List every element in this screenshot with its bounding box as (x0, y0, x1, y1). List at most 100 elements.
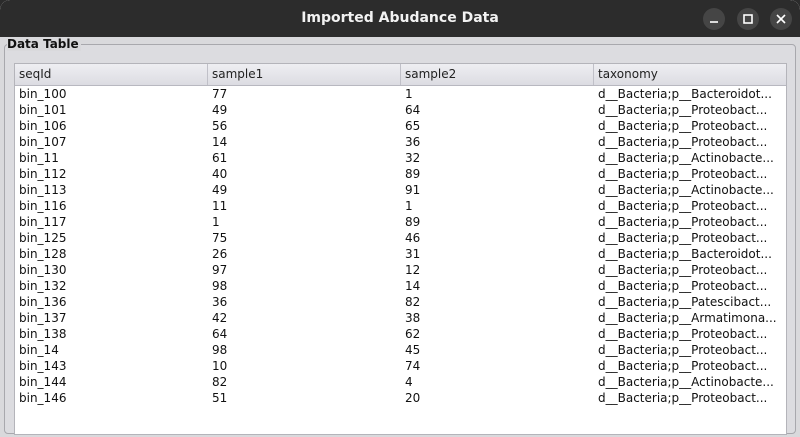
cell-sample2: 14 (405, 279, 421, 293)
cell-sample1: 42 (212, 311, 228, 325)
table-row[interactable]: bin_143 10 74 d__Bacteria;p__Proteobact... (15, 358, 786, 374)
cell-sample2: 32 (405, 151, 421, 165)
column-header-sample1[interactable]: sample1 (208, 64, 401, 85)
table-row[interactable]: bin_132 98 14 d__Bacteria;p__Proteobact... (15, 278, 786, 294)
cell-seqid: bin_144 (19, 375, 67, 389)
cell-taxonomy: d__Bacteria;p__Proteobact... (598, 343, 768, 357)
table-row[interactable]: bin_125 75 46 d__Bacteria;p__Proteobact... (15, 230, 786, 246)
cell-sample1: 98 (212, 279, 228, 293)
cell-seqid: bin_113 (19, 183, 67, 197)
table-header: seqId sample1 sample2 taxonomy (15, 64, 786, 86)
table-row[interactable]: bin_107 14 36 d__Bacteria;p__Proteobact... (15, 134, 786, 150)
cell-sample1: 14 (212, 135, 228, 149)
cell-sample1: 56 (212, 119, 228, 133)
cell-sample1: 98 (212, 343, 228, 357)
table-row[interactable]: bin_146 51 20 d__Bacteria;p__Proteobact... (15, 390, 786, 406)
window-content: Data Table seqId sample1 sample2 taxonom… (0, 37, 800, 437)
cell-sample1: 10 (212, 359, 228, 373)
table-row[interactable]: bin_14 98 45 d__Bacteria;p__Proteobact... (15, 342, 786, 358)
cell-taxonomy: d__Bacteria;p__Proteobact... (598, 279, 768, 293)
cell-sample2: 74 (405, 359, 421, 373)
table-row[interactable]: bin_130 97 12 d__Bacteria;p__Proteobact... (15, 262, 786, 278)
maximize-icon (743, 14, 753, 24)
minimize-icon (710, 21, 718, 23)
cell-sample1: 75 (212, 231, 228, 245)
table-row[interactable]: bin_116 11 1 d__Bacteria;p__Proteobact... (15, 198, 786, 214)
table-row[interactable]: bin_112 40 89 d__Bacteria;p__Proteobact... (15, 166, 786, 182)
cell-sample1: 49 (212, 183, 228, 197)
cell-taxonomy: d__Bacteria;p__Actinobacte... (598, 183, 774, 197)
cell-taxonomy: d__Bacteria;p__Patescibact... (598, 295, 772, 309)
table-row[interactable]: bin_100 77 1 d__Bacteria;p__Bacteroidot... (15, 86, 786, 102)
cell-sample2: 4 (405, 375, 413, 389)
column-header-taxonomy[interactable]: taxonomy (594, 64, 786, 85)
close-button[interactable] (770, 8, 792, 30)
cell-sample1: 82 (212, 375, 228, 389)
cell-sample2: 31 (405, 247, 421, 261)
cell-taxonomy: d__Bacteria;p__Bacteroidot... (598, 87, 772, 101)
cell-seqid: bin_112 (19, 167, 67, 181)
cell-sample1: 26 (212, 247, 228, 261)
cell-sample2: 64 (405, 103, 421, 117)
cell-sample1: 40 (212, 167, 228, 181)
data-table[interactable]: seqId sample1 sample2 taxonomy bin_100 77… (14, 63, 787, 435)
cell-sample2: 45 (405, 343, 421, 357)
cell-seqid: bin_116 (19, 199, 67, 213)
cell-seqid: bin_101 (19, 103, 67, 117)
table-row[interactable]: bin_113 49 91 d__Bacteria;p__Actinobacte... (15, 182, 786, 198)
window-title: Imported Abudance Data (301, 10, 499, 26)
cell-taxonomy: d__Bacteria;p__Proteobact... (598, 199, 768, 213)
cell-taxonomy: d__Bacteria;p__Proteobact... (598, 215, 768, 229)
cell-sample2: 20 (405, 391, 421, 405)
close-icon (776, 14, 786, 24)
column-header-sample2[interactable]: sample2 (401, 64, 594, 85)
table-row[interactable]: bin_136 36 82 d__Bacteria;p__Patescibact... (15, 294, 786, 310)
table-row[interactable]: bin_101 49 64 d__Bacteria;p__Proteobact... (15, 102, 786, 118)
table-row[interactable]: bin_138 64 62 d__Bacteria;p__Proteobact... (15, 326, 786, 342)
cell-taxonomy: d__Bacteria;p__Proteobact... (598, 135, 768, 149)
cell-sample2: 82 (405, 295, 421, 309)
cell-taxonomy: d__Bacteria;p__Proteobact... (598, 327, 768, 341)
title-bar[interactable]: Imported Abudance Data (0, 0, 800, 37)
cell-seqid: bin_146 (19, 391, 67, 405)
cell-sample2: 89 (405, 167, 421, 181)
table-row[interactable]: bin_117 1 89 d__Bacteria;p__Proteobact... (15, 214, 786, 230)
cell-seqid: bin_107 (19, 135, 67, 149)
cell-sample1: 77 (212, 87, 228, 101)
cell-taxonomy: d__Bacteria;p__Proteobact... (598, 119, 768, 133)
cell-sample2: 1 (405, 199, 413, 213)
cell-seqid: bin_106 (19, 119, 67, 133)
cell-sample2: 62 (405, 327, 421, 341)
table-body: bin_100 77 1 d__Bacteria;p__Bacteroidot... b… (15, 86, 786, 406)
cell-seqid: bin_137 (19, 311, 67, 325)
cell-seqid: bin_143 (19, 359, 67, 373)
cell-seqid: bin_125 (19, 231, 67, 245)
table-row[interactable]: bin_11 61 32 d__Bacteria;p__Actinobacte... (15, 150, 786, 166)
cell-sample2: 89 (405, 215, 421, 229)
cell-sample2: 12 (405, 263, 421, 277)
cell-seqid: bin_136 (19, 295, 67, 309)
cell-sample2: 38 (405, 311, 421, 325)
maximize-button[interactable] (737, 8, 759, 30)
cell-seqid: bin_11 (19, 151, 59, 165)
cell-taxonomy: d__Bacteria;p__Bacteroidot... (598, 247, 772, 261)
table-row[interactable]: bin_128 26 31 d__Bacteria;p__Bacteroidot... (15, 246, 786, 262)
cell-seqid: bin_128 (19, 247, 67, 261)
table-row[interactable]: bin_144 82 4 d__Bacteria;p__Actinobacte... (15, 374, 786, 390)
cell-sample1: 97 (212, 263, 228, 277)
cell-taxonomy: d__Bacteria;p__Proteobact... (598, 359, 768, 373)
cell-seqid: bin_130 (19, 263, 67, 277)
cell-sample2: 65 (405, 119, 421, 133)
cell-sample1: 64 (212, 327, 228, 341)
table-row[interactable]: bin_137 42 38 d__Bacteria;p__Armatimona... (15, 310, 786, 326)
cell-seqid: bin_138 (19, 327, 67, 341)
minimize-button[interactable] (703, 8, 725, 30)
cell-sample1: 61 (212, 151, 228, 165)
column-header-seqid[interactable]: seqId (15, 64, 208, 85)
cell-seqid: bin_132 (19, 279, 67, 293)
cell-taxonomy: d__Bacteria;p__Proteobact... (598, 103, 768, 117)
group-title: Data Table (7, 37, 81, 51)
cell-sample1: 36 (212, 295, 228, 309)
table-row[interactable]: bin_106 56 65 d__Bacteria;p__Proteobact... (15, 118, 786, 134)
cell-taxonomy: d__Bacteria;p__Armatimona... (598, 311, 777, 325)
